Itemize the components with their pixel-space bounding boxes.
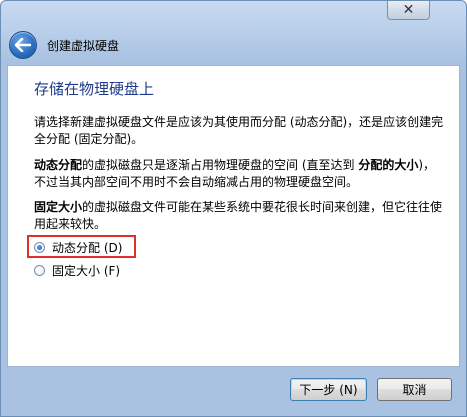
- radio-fixed-label[interactable]: 固定大小 (F): [52, 262, 120, 279]
- radio-selected-dot: [37, 244, 42, 250]
- radio-fixed-circle[interactable]: [34, 264, 45, 276]
- dynamic-bold-term: 动态分配: [34, 158, 83, 172]
- radio-dynamic-circle[interactable]: [34, 241, 45, 253]
- page-title: 存储在物理硬盘上: [34, 80, 155, 98]
- intro-text: 请选择新建虚拟硬盘文件是应该为其使用而分配 (动态分配)，还是应该创建完全分配 …: [34, 115, 444, 146]
- next-button[interactable]: 下一步 (N): [290, 378, 367, 401]
- dynamic-description: 动态分配的虚拟磁盘只是逐渐占用物理硬盘的空间 (直至达到 分配的大小)，不过当其…: [34, 157, 444, 191]
- close-button[interactable]: ✕: [387, 1, 430, 20]
- back-button[interactable]: [9, 31, 37, 59]
- cancel-button-label: 取消: [402, 383, 427, 397]
- back-arrow-icon: [15, 38, 31, 52]
- radio-fixed[interactable]: 固定大小 (F): [34, 261, 120, 279]
- allocated-size-bold-term: 分配的大小: [358, 158, 419, 172]
- fixed-description: 固定大小的虚拟磁盘文件可能在某些系统中要花很长时间来创建，但它往往使用起来较快。: [34, 199, 444, 233]
- fixed-description-text: 的虚拟磁盘文件可能在某些系统中要花很长时间来创建，但它往往使用起来较快。: [34, 200, 443, 231]
- dynamic-description-text-1: 的虚拟磁盘只是逐渐占用物理硬盘的空间 (直至达到: [82, 158, 359, 172]
- radio-dynamic[interactable]: 动态分配 (D): [34, 238, 122, 256]
- fixed-bold-term: 固定大小: [34, 200, 83, 214]
- cancel-button[interactable]: 取消: [377, 378, 452, 401]
- close-icon: ✕: [402, 2, 415, 18]
- radio-dynamic-label[interactable]: 动态分配 (D): [52, 239, 122, 256]
- wizard-header: 创建虚拟硬盘: [7, 25, 460, 65]
- wizard-title: 创建虚拟硬盘: [47, 38, 120, 53]
- dialog-window: ✕ 创建虚拟硬盘 存储在物理硬盘上 请选择新建虚拟硬盘文件是应该为其使用而分配 …: [0, 0, 467, 417]
- next-button-label: 下一步 (N): [299, 383, 358, 397]
- wizard-content: 存储在物理硬盘上 请选择新建虚拟硬盘文件是应该为其使用而分配 (动态分配)，还是…: [7, 65, 460, 367]
- button-bar: 下一步 (N) 取消: [1, 367, 466, 416]
